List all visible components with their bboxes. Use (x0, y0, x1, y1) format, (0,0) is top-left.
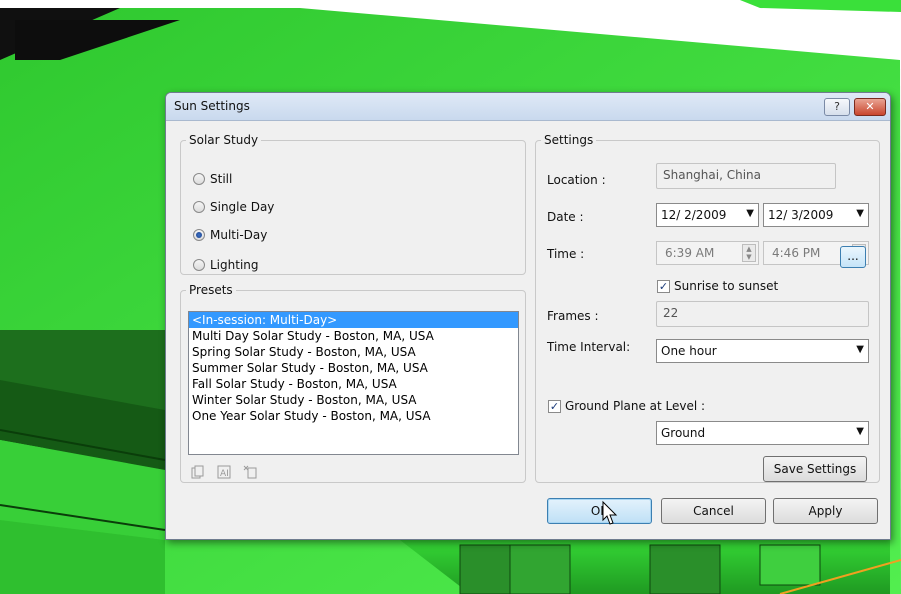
chevron-down-icon[interactable]: ▼ (746, 208, 754, 219)
list-item[interactable]: Fall Solar Study - Boston, MA, USA (189, 376, 518, 392)
dialog-titlebar[interactable]: Sun Settings ? ✕ (166, 93, 890, 121)
time-label: Time : (547, 247, 585, 261)
radio-lighting[interactable]: Lighting (193, 257, 259, 273)
dialog-title: Sun Settings (174, 99, 250, 113)
frames-label: Frames : (547, 309, 599, 323)
location-field: Shanghai, China (656, 163, 836, 189)
radio-single-day[interactable]: Single Day (193, 199, 274, 215)
radio-multi-day[interactable]: Multi-Day (193, 227, 267, 243)
time-interval-label: Time Interval: (547, 340, 631, 354)
settings-group: Settings Location : Shanghai, China Date… (535, 133, 880, 483)
cancel-button[interactable]: Cancel (661, 498, 766, 524)
radio-multi-day-indicator[interactable] (193, 229, 205, 241)
checkmark-icon[interactable]: ✓ (657, 279, 670, 293)
list-item[interactable]: Winter Solar Study - Boston, MA, USA (189, 392, 518, 408)
rename-icon[interactable]: AI (216, 464, 232, 480)
delete-icon[interactable] (242, 464, 258, 480)
list-item[interactable]: <In-session: Multi-Day> (189, 312, 518, 328)
radio-still[interactable]: Still (193, 171, 232, 187)
sun-settings-dialog: Sun Settings ? ✕ Solar Study Still Singl… (165, 92, 891, 540)
location-label: Location : (547, 173, 606, 187)
checkmark-icon[interactable]: ✓ (548, 399, 561, 413)
close-icon: ✕ (865, 100, 875, 113)
start-time-value: 6:39 AM (665, 246, 715, 260)
radio-single-day-label: Single Day (210, 200, 275, 214)
list-item[interactable]: Spring Solar Study - Boston, MA, USA (189, 344, 518, 360)
list-item[interactable]: Summer Solar Study - Boston, MA, USA (189, 360, 518, 376)
spinner-icon: ▲▼ (742, 244, 756, 262)
end-date-value: 12/ 3/2009 (768, 208, 834, 222)
help-icon: ? (834, 100, 840, 113)
preset-toolbar: AI (190, 464, 258, 480)
sunrise-to-sunset-checkbox[interactable]: ✓ Sunrise to sunset (657, 279, 778, 293)
time-interval-select[interactable]: One hour ▼ (656, 339, 869, 363)
start-date-picker[interactable]: 12/ 2/2009 ▼ (656, 203, 759, 227)
help-button[interactable]: ? (824, 98, 850, 116)
solar-study-group: Solar Study Still Single Day Multi-Day L… (180, 133, 526, 275)
start-date-value: 12/ 2/2009 (661, 208, 727, 222)
chevron-down-icon[interactable]: ▼ (856, 344, 864, 355)
ground-level-value: Ground (661, 426, 706, 440)
time-interval-value: One hour (661, 344, 717, 358)
ground-plane-label: Ground Plane at Level : (565, 399, 706, 413)
solar-study-legend: Solar Study (189, 133, 259, 147)
date-label: Date : (547, 210, 584, 224)
apply-button[interactable]: Apply (773, 498, 878, 524)
duplicate-icon[interactable] (190, 464, 206, 480)
ground-level-select[interactable]: Ground ▼ (656, 421, 869, 445)
chevron-down-icon[interactable]: ▼ (856, 426, 864, 437)
list-item[interactable]: One Year Solar Study - Boston, MA, USA (189, 408, 518, 424)
presets-group: Presets <In-session: Multi-Day> Multi Da… (180, 283, 526, 483)
radio-still-indicator[interactable] (193, 173, 205, 185)
ok-button[interactable]: OK (547, 498, 652, 524)
save-settings-button[interactable]: Save Settings (763, 456, 867, 482)
list-item[interactable]: Multi Day Solar Study - Boston, MA, USA (189, 328, 518, 344)
radio-lighting-indicator[interactable] (193, 259, 205, 271)
chevron-down-icon[interactable]: ▼ (856, 208, 864, 219)
browse-location-button[interactable]: ... (840, 246, 866, 268)
radio-lighting-label: Lighting (210, 258, 259, 272)
frames-field: 22 (656, 301, 869, 327)
presets-legend: Presets (189, 283, 233, 297)
close-button[interactable]: ✕ (854, 98, 886, 116)
radio-still-label: Still (210, 172, 233, 186)
radio-multi-day-label: Multi-Day (210, 228, 268, 242)
sunrise-to-sunset-label: Sunrise to sunset (674, 279, 779, 293)
start-time-field: 6:39 AM ▲ ▼ (656, 241, 759, 265)
end-time-value: 4:46 PM (772, 246, 821, 260)
end-date-picker[interactable]: 12/ 3/2009 ▼ (763, 203, 869, 227)
ground-plane-checkbox[interactable]: ✓ Ground Plane at Level : (548, 399, 705, 413)
radio-single-day-indicator[interactable] (193, 201, 205, 213)
presets-list[interactable]: <In-session: Multi-Day> Multi Day Solar … (188, 311, 519, 455)
settings-legend: Settings (544, 133, 594, 147)
svg-text:AI: AI (220, 469, 229, 479)
